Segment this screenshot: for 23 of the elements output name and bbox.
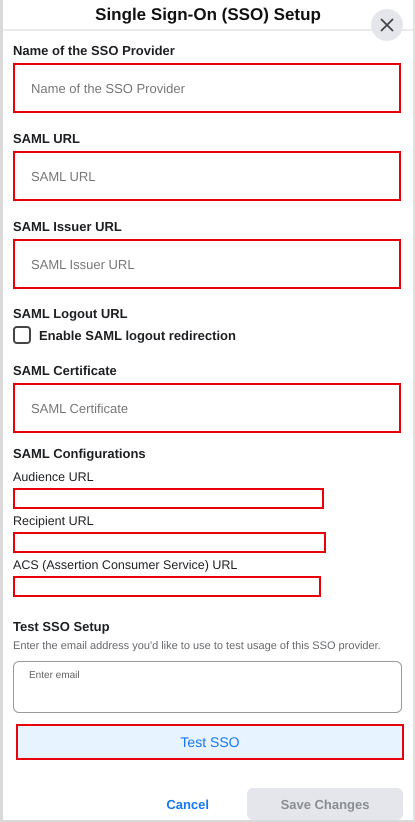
field-label: SAML Issuer URL	[13, 219, 123, 235]
text-field[interactable]: Name of the SSO Provider	[13, 63, 401, 113]
field-label: ACS (Assertion Consumer Service) URL	[13, 557, 238, 573]
section-heading: Test SSO Setup	[13, 619, 111, 635]
text-field[interactable]: SAML Issuer URL	[13, 239, 401, 289]
field-label: Recipient URL	[13, 513, 95, 529]
field-label: Name of the SSO Provider	[13, 43, 176, 59]
checkbox[interactable]	[13, 326, 31, 344]
test-button[interactable]: Test SSO	[16, 724, 404, 760]
field-label: SAML Certificate	[13, 363, 118, 379]
checkbox-label: Enable SAML logout redirection	[39, 328, 236, 342]
cancel-button[interactable]: Cancel	[166, 788, 209, 820]
section-heading: SAML Configurations	[13, 446, 147, 462]
close-icon	[379, 17, 395, 33]
field-label: SAML Logout URL	[13, 306, 129, 322]
dialog-title: Single Sign-On (SSO) Setup	[95, 4, 321, 24]
email-field[interactable]: Enter email	[13, 661, 402, 713]
text-field[interactable]: SAML Certificate	[13, 383, 401, 433]
field-label: Audience URL	[13, 469, 95, 485]
field-label: SAML URL	[13, 131, 81, 147]
description: Enter the email address you'd like to use to test usage of this SSO provider.	[13, 639, 382, 653]
close-button[interactable]	[371, 9, 403, 41]
text-field[interactable]: SAML URL	[13, 151, 401, 201]
